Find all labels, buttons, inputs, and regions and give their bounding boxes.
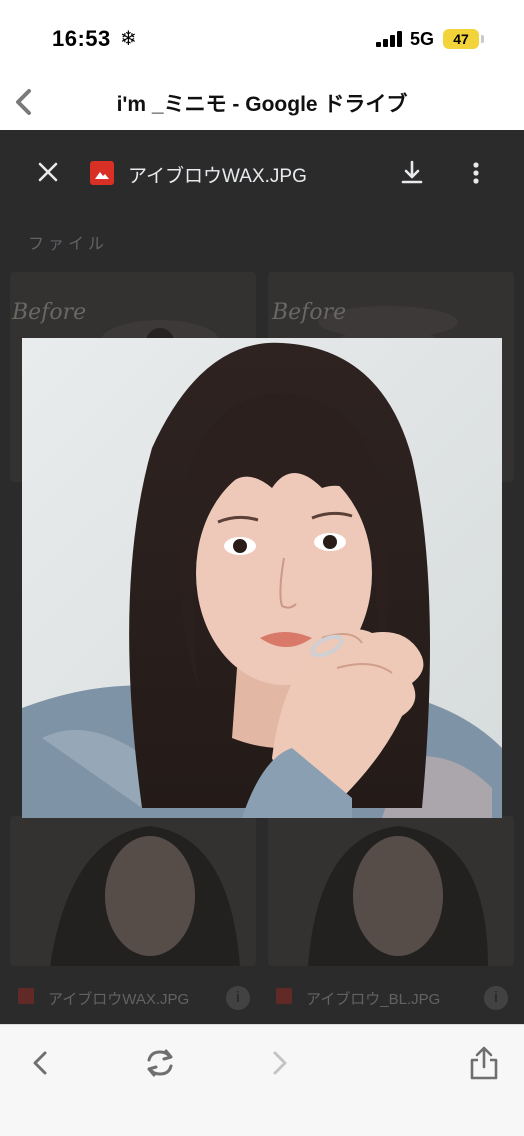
viewer-toolbar: アイブロウWAX.JPG [0, 130, 524, 216]
battery-nub [481, 35, 484, 43]
preview-image[interactable] [22, 338, 502, 818]
download-icon[interactable] [398, 158, 426, 188]
forward-arrow-icon[interactable] [260, 1043, 300, 1083]
page-title: i'm _ミニモ - Google ドライブ [116, 93, 408, 116]
more-vert-icon[interactable] [466, 158, 486, 188]
back-arrow-icon[interactable] [20, 1043, 60, 1083]
battery-indicator: 47 [443, 29, 479, 49]
image-file-icon [18, 988, 34, 1004]
image-file-icon [276, 988, 292, 1004]
status-bar: 16:53 ❄ 5G 47 [0, 0, 524, 74]
browser-bottom-bar [0, 1024, 524, 1136]
file-label[interactable]: アイブロウ_BL.JPG [306, 988, 440, 1009]
browser-title-bar: i'm _ミニモ - Google ドライブ [0, 74, 524, 130]
network-type: 5G [410, 29, 435, 49]
chevron-left-icon[interactable] [10, 86, 40, 118]
before-label: Before [272, 300, 347, 325]
image-file-icon [90, 161, 114, 185]
file-viewer: ファイル Before Before アイブロウWAX.JPG i アイブロウ_… [0, 130, 524, 1024]
info-icon[interactable]: i [226, 986, 250, 1010]
status-time: 16:53 [52, 26, 111, 51]
reload-icon[interactable] [140, 1043, 180, 1083]
section-label: ファイル [28, 236, 109, 253]
thumbnail[interactable] [268, 816, 514, 966]
share-icon[interactable] [464, 1043, 504, 1083]
close-icon[interactable] [34, 158, 62, 186]
file-name: アイブロウWAX.JPG [128, 166, 307, 187]
signal-icon [376, 31, 404, 47]
before-label: Before [12, 300, 87, 325]
file-label[interactable]: アイブロウWAX.JPG [48, 988, 189, 1009]
snowflake-icon: ❄ [120, 28, 137, 50]
info-icon[interactable]: i [484, 986, 508, 1010]
thumbnail[interactable] [10, 816, 256, 966]
